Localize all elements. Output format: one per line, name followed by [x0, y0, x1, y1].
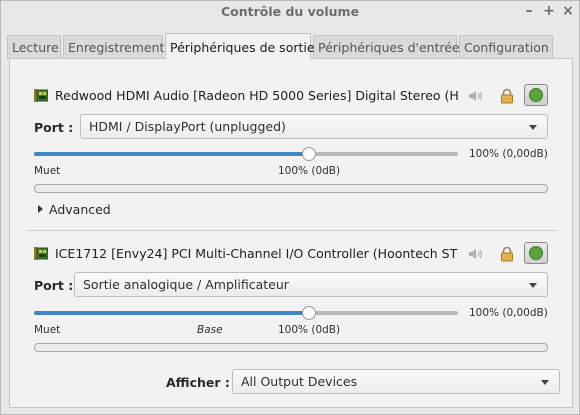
volume-value: 100% (0,00dB) [469, 307, 548, 319]
show-devices-select[interactable]: All Output Devices [232, 369, 560, 394]
show-label: Afficher : [166, 375, 230, 390]
volume-slider-fill [34, 311, 310, 315]
volume-slider-fill [34, 152, 310, 156]
port-label: Port : [34, 120, 74, 135]
tab-peripheriques-d-entree[interactable]: Périphériques d'entrée [313, 35, 460, 59]
expander-arrow-icon [38, 205, 43, 213]
tab-peripheriques-de-sortie[interactable]: Périphériques de sortie [165, 33, 315, 59]
port-select[interactable]: Sortie analogique / Amplificateur [74, 272, 548, 297]
lock-channels-icon[interactable] [500, 88, 514, 104]
sound-card-icon [34, 89, 48, 102]
title-bar[interactable]: Contrôle du volume – + × [1, 1, 579, 23]
advanced-expander[interactable]: Advanced [38, 202, 111, 217]
tab-enregistrement[interactable]: Enregistrement [63, 35, 164, 59]
check-icon [529, 246, 543, 260]
minimize-button[interactable]: – [522, 3, 536, 19]
tick-100: 100% (0dB) [278, 165, 341, 177]
device-name: Redwood HDMI Audio [Radeon HD 5000 Serie… [55, 88, 459, 103]
tick-base: Base [197, 324, 223, 336]
tick-muet: Muet [34, 165, 61, 177]
window-title: Contrôle du volume [220, 4, 360, 19]
chevron-down-icon [529, 283, 537, 288]
peak-meter [34, 184, 548, 193]
port-label: Port : [34, 278, 74, 293]
sound-card-icon [34, 247, 48, 260]
show-devices-value: All Output Devices [241, 374, 358, 389]
tick-100: 100% (0dB) [278, 324, 341, 336]
port-select-value: Sortie analogique / Amplificateur [83, 277, 289, 292]
device-name: ICE1712 [Envy24] PCI Multi-Channel I/O C… [55, 246, 459, 261]
tab-lecture[interactable]: Lecture [7, 35, 61, 59]
set-default-button[interactable] [524, 242, 548, 264]
volume-value: 100% (0,00dB) [469, 148, 548, 160]
chevron-down-icon [529, 125, 537, 130]
volume-control-window: Contrôle du volume – + × Lecture Enregis… [0, 0, 580, 415]
chevron-down-icon [541, 380, 549, 385]
tick-muet: Muet [34, 324, 61, 336]
volume-slider[interactable] [34, 306, 458, 320]
peak-meter [34, 343, 548, 352]
device-separator [26, 230, 558, 231]
port-select[interactable]: HDMI / DisplayPort (unplugged) [80, 114, 548, 139]
volume-slider-handle[interactable] [302, 306, 317, 320]
volume-slider-handle[interactable] [302, 147, 317, 161]
mute-speaker-icon[interactable] [468, 89, 484, 103]
port-select-value: HDMI / DisplayPort (unplugged) [89, 119, 286, 134]
tab-configuration[interactable]: Configuration [459, 35, 553, 59]
check-icon [529, 88, 543, 102]
set-default-button[interactable] [524, 84, 548, 106]
mute-speaker-icon[interactable] [468, 247, 484, 261]
volume-slider[interactable] [34, 147, 458, 161]
maximize-button[interactable]: + [542, 3, 556, 19]
lock-channels-icon[interactable] [500, 246, 514, 262]
close-button[interactable]: × [561, 3, 575, 19]
advanced-label: Advanced [49, 202, 111, 217]
output-devices-panel: Redwood HDMI Audio [Radeon HD 5000 Serie… [9, 58, 573, 408]
